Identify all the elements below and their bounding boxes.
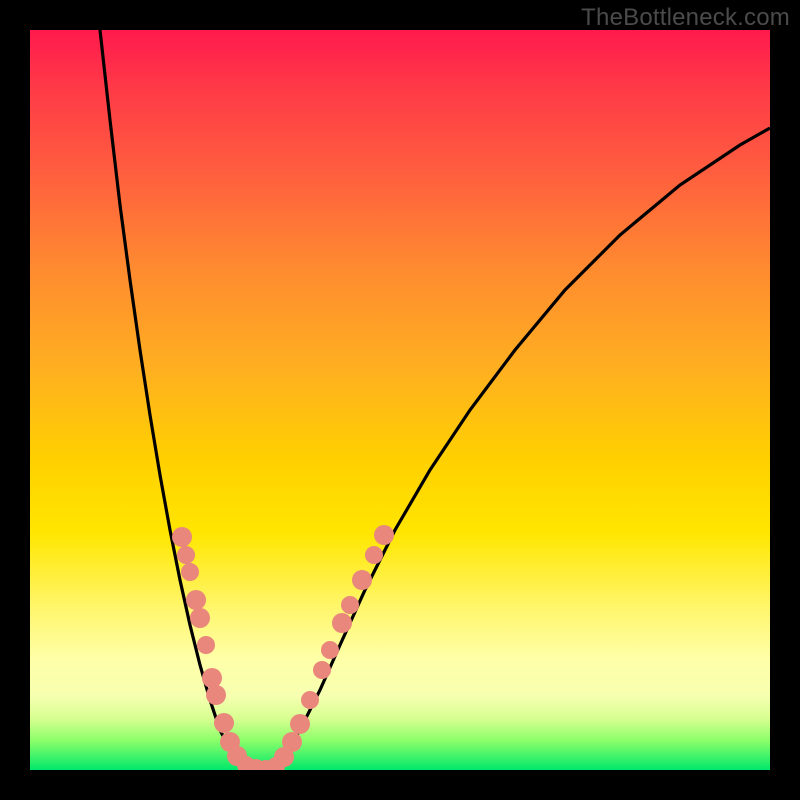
bead-right-3 (301, 691, 319, 709)
bead-left-2 (181, 563, 199, 581)
plot-area (30, 30, 770, 770)
watermark-text: TheBottleneck.com (581, 4, 790, 32)
bead-left-8 (214, 713, 234, 733)
bead-right-4 (313, 661, 331, 679)
bead-right-2 (290, 714, 310, 734)
bead-right-10 (374, 525, 394, 545)
bead-left-6 (202, 668, 222, 688)
bead-right-9 (365, 546, 383, 564)
bead-left-7 (206, 685, 226, 705)
curve-layer (30, 30, 770, 770)
bead-right-6 (332, 613, 352, 633)
bead-left-3 (186, 590, 206, 610)
bead-right-7 (341, 596, 359, 614)
bead-right-1 (282, 732, 302, 752)
bottleneck-curve (100, 30, 770, 770)
chart-frame: TheBottleneck.com (0, 0, 800, 800)
bead-left-0 (172, 527, 192, 547)
bead-left-5 (197, 636, 215, 654)
bead-left-1 (177, 546, 195, 564)
bead-right-8 (352, 570, 372, 590)
bead-right-5 (321, 641, 339, 659)
bead-left-4 (190, 608, 210, 628)
